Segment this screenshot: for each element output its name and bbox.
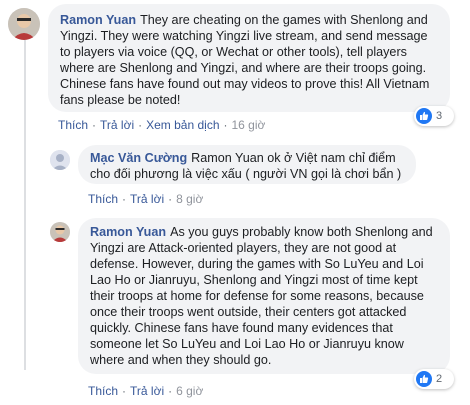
comment-text: They are cheating on the games with Shen… <box>60 13 430 107</box>
translate-link[interactable]: Xem bản dịch <box>146 118 219 132</box>
comment-text: As you guys probably know both Shenlong … <box>90 225 433 367</box>
separator: · <box>168 192 173 206</box>
like-link[interactable]: Thích <box>88 384 118 398</box>
comment-author[interactable]: Mạc Văn Cường <box>90 151 187 165</box>
like-icon <box>416 371 432 387</box>
separator: · <box>168 384 173 398</box>
like-link[interactable]: Thích <box>88 192 118 206</box>
comment-bubble: Mạc Văn Cường Ramon Yuan ok ở Việt nam ch… <box>78 145 416 184</box>
reply-link[interactable]: Trả lời <box>130 384 164 398</box>
like-icon <box>416 108 432 124</box>
comment-actions: Thích · Trả lời · 6 giờ <box>88 384 203 398</box>
separator: · <box>122 384 127 398</box>
thread-line <box>24 40 26 370</box>
avatar-image <box>50 150 70 170</box>
comment-bubble: Ramon Yuan As you guys probably know both… <box>78 218 450 374</box>
comment-time[interactable]: 16 giờ <box>232 118 266 132</box>
comment-author[interactable]: Ramon Yuan <box>60 13 136 27</box>
separator: · <box>122 192 127 206</box>
comment-time[interactable]: 8 giờ <box>176 192 203 206</box>
reaction-summary[interactable]: 2 <box>414 369 454 389</box>
avatar[interactable] <box>50 150 70 170</box>
avatar[interactable] <box>50 222 70 242</box>
comment-actions: Thích · Trả lời · 8 giờ <box>88 192 203 206</box>
reaction-count: 3 <box>436 110 443 122</box>
separator: · <box>138 118 143 132</box>
reaction-summary[interactable]: 3 <box>414 106 454 126</box>
like-link[interactable]: Thích <box>58 118 88 132</box>
reply-link[interactable]: Trả lời <box>100 118 134 132</box>
comment-bubble: Ramon Yuan They are cheating on the games… <box>48 4 450 112</box>
reply-link[interactable]: Trả lời <box>130 192 164 206</box>
avatar-image <box>50 222 70 242</box>
comment-actions: Thích · Trả lời · Xem bản dịch · 16 giờ <box>58 118 265 132</box>
separator: · <box>223 118 228 132</box>
separator: · <box>92 118 97 132</box>
avatar-image <box>8 8 40 40</box>
comment-author[interactable]: Ramon Yuan <box>90 225 166 239</box>
avatar[interactable] <box>8 8 40 40</box>
reaction-count: 2 <box>436 373 443 385</box>
comment-time[interactable]: 6 giờ <box>176 384 203 398</box>
